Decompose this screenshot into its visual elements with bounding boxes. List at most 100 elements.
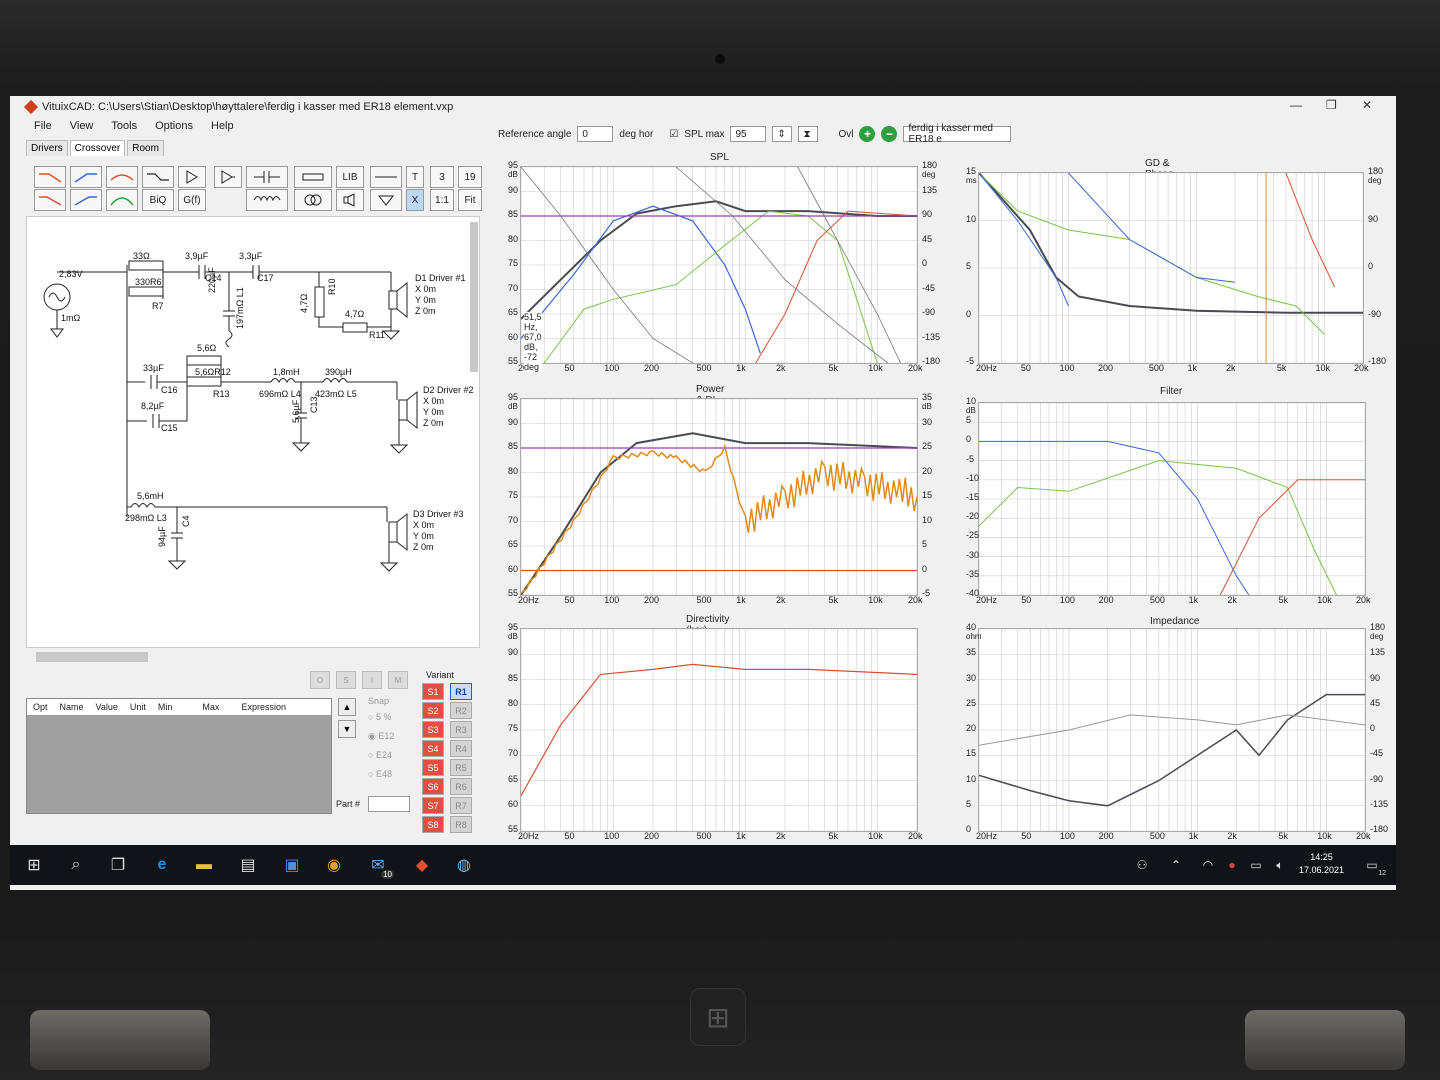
plot-area[interactable] xyxy=(978,628,1366,832)
amplifier-button[interactable] xyxy=(214,166,242,188)
snap-option-5pct[interactable]: ○ 5 % xyxy=(368,712,391,722)
schematic-canvas[interactable]: 33Ω 3,9µF 3,3µF 2,83V 330R6 C14 C17 R7 2… xyxy=(26,216,480,648)
zoom-fit-button[interactable]: Fit xyxy=(458,189,482,211)
menu-file[interactable]: File xyxy=(34,120,52,132)
optimizer-s-button[interactable]: S xyxy=(336,671,356,689)
search-icon[interactable]: ⌕ xyxy=(64,853,88,877)
part-number-input[interactable] xyxy=(368,796,410,812)
variant-s7[interactable]: S7 xyxy=(422,797,444,814)
system-clock[interactable]: 14:25 17.06.2021 xyxy=(1299,851,1344,877)
optimizer-m-button[interactable]: M xyxy=(388,671,408,689)
inductor-button[interactable] xyxy=(246,189,288,211)
tab-room[interactable]: Room xyxy=(127,140,164,156)
variant-r6[interactable]: R6 xyxy=(450,778,472,795)
volume-icon[interactable]: 🔈︎ xyxy=(1268,853,1292,877)
delete-button[interactable]: X xyxy=(406,189,424,211)
bandstop-button[interactable] xyxy=(106,166,138,188)
restore-button[interactable]: ❐ xyxy=(1326,98,1337,112)
variant-s4[interactable]: S4 xyxy=(422,740,444,757)
text-button[interactable]: T xyxy=(406,166,424,188)
photos-icon[interactable]: ▣ xyxy=(280,853,304,877)
variant-r2[interactable]: R2 xyxy=(450,702,472,719)
ground-button[interactable] xyxy=(370,189,402,211)
transfer-function-button[interactable]: G(f) xyxy=(178,189,206,211)
schematic-horizontal-scrollbar[interactable] xyxy=(36,652,148,662)
resistor-button[interactable] xyxy=(294,166,332,188)
library-button[interactable]: LIB xyxy=(336,166,364,188)
buffer-button[interactable] xyxy=(178,166,206,188)
menu-view[interactable]: View xyxy=(70,120,94,132)
bandpass-button[interactable] xyxy=(106,189,138,211)
start-icon[interactable]: ⊞ xyxy=(22,853,46,877)
vituixcad-icon[interactable]: ◆ xyxy=(410,853,434,877)
variant-s3[interactable]: S3 xyxy=(422,721,444,738)
menu-options[interactable]: Options xyxy=(155,120,193,132)
battery-icon[interactable]: ▭ xyxy=(1244,853,1268,877)
tab-drivers[interactable]: Drivers xyxy=(26,140,68,156)
chevron-up-icon[interactable]: ⌃ xyxy=(1164,853,1188,877)
zoom-1to1-button[interactable]: 1:1 xyxy=(430,189,454,211)
biquad-button[interactable]: BiQ xyxy=(142,189,174,211)
menu-tools[interactable]: Tools xyxy=(111,120,137,132)
wifi-icon[interactable]: ◠ xyxy=(1196,853,1220,877)
spl-max-input[interactable]: 95 xyxy=(730,126,767,142)
snap-option-e12[interactable]: ◉ E12 xyxy=(368,731,394,742)
variant-r1[interactable]: R1 xyxy=(450,683,472,700)
menu-help[interactable]: Help xyxy=(211,120,234,132)
driver-button[interactable] xyxy=(336,189,364,211)
variant-s1[interactable]: S1 xyxy=(422,683,444,700)
parameter-table[interactable]: Opt Name Value Unit Min Max Expression xyxy=(26,698,332,814)
globe-icon[interactable]: ◍ xyxy=(452,853,476,877)
file-explorer-icon[interactable]: ▬ xyxy=(192,853,216,877)
grid-size-field[interactable]: 3 xyxy=(430,166,454,188)
add-overlay-button[interactable]: + xyxy=(859,126,876,142)
plot-area[interactable] xyxy=(520,628,918,832)
highpass-2-button[interactable] xyxy=(70,189,102,211)
reference-angle-input[interactable]: 0 xyxy=(577,126,614,142)
variant-r4[interactable]: R4 xyxy=(450,740,472,757)
remove-overlay-button[interactable]: − xyxy=(881,126,898,142)
variant-s8[interactable]: S8 xyxy=(422,816,444,833)
lowpass-1-button[interactable] xyxy=(34,166,66,188)
variant-r5[interactable]: R5 xyxy=(450,759,472,776)
variant-s2[interactable]: S2 xyxy=(422,702,444,719)
task-view-icon[interactable]: ❐ xyxy=(106,853,130,877)
wire-button[interactable] xyxy=(370,166,402,188)
variant-r3[interactable]: R3 xyxy=(450,721,472,738)
transformer-button[interactable] xyxy=(294,189,332,211)
move-up-button[interactable]: ▲ xyxy=(338,698,356,716)
chrome-icon[interactable]: ◉ xyxy=(322,853,346,877)
optimizer-o-button[interactable]: O xyxy=(310,671,330,689)
variant-r8[interactable]: R8 xyxy=(450,816,472,833)
network-status-icon[interactable]: ● xyxy=(1220,853,1244,877)
snap-option-e48[interactable]: ○ E48 xyxy=(368,769,392,779)
store-icon[interactable]: ▤ xyxy=(236,853,260,877)
plot-area[interactable] xyxy=(978,172,1364,364)
optimizer-i-button[interactable]: I xyxy=(362,671,382,689)
tab-crossover[interactable]: Crossover xyxy=(69,140,126,156)
highpass-1-button[interactable] xyxy=(70,166,102,188)
hourglass-icon[interactable]: ⧗ xyxy=(798,126,819,142)
plot-area[interactable] xyxy=(520,166,918,364)
schematic-vertical-scrollbar[interactable] xyxy=(470,222,478,372)
zoom-field[interactable]: 19 xyxy=(458,166,482,188)
move-down-button[interactable]: ▼ xyxy=(338,720,356,738)
snap-option-e24[interactable]: ○ E24 xyxy=(368,750,392,760)
plot-area[interactable] xyxy=(978,402,1366,596)
notification-icon[interactable]: ▭ 12 xyxy=(1360,853,1386,877)
plot-area[interactable] xyxy=(520,398,918,596)
edge-icon[interactable]: e xyxy=(150,853,174,877)
minimize-button[interactable]: — xyxy=(1290,98,1302,112)
shelf-button[interactable] xyxy=(142,166,174,188)
spl-max-checkbox[interactable]: ☑ xyxy=(669,129,678,140)
spl-max-spinner[interactable]: ⇕ xyxy=(772,126,793,142)
overlay-name-field[interactable]: ferdig i kasser med ER18 e xyxy=(903,123,1012,145)
lowpass-2-button[interactable] xyxy=(34,189,66,211)
variant-s5[interactable]: S5 xyxy=(422,759,444,776)
people-icon[interactable]: ⚇ xyxy=(1130,853,1154,877)
close-button[interactable]: ✕ xyxy=(1362,98,1372,112)
variant-s6[interactable]: S6 xyxy=(422,778,444,795)
mail-icon[interactable]: ✉ 10 xyxy=(366,853,394,879)
capacitor-button[interactable] xyxy=(246,166,288,188)
variant-r7[interactable]: R7 xyxy=(450,797,472,814)
